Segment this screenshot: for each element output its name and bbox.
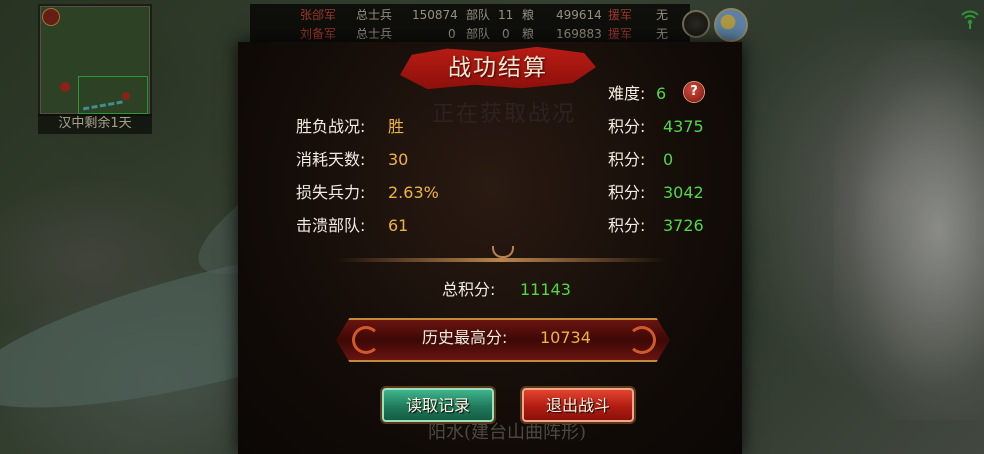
background-status-text: 正在获取战况 (432, 102, 577, 127)
help-icon[interactable]: ? (684, 82, 704, 102)
days-score: 0 (663, 150, 674, 169)
divider-line (336, 258, 666, 262)
difficulty-label: 难度: (608, 84, 646, 103)
outcome-score: 4375 (663, 117, 704, 136)
losses-label: 损失兵力: (296, 183, 366, 202)
routed-value: 61 (388, 216, 409, 235)
outcome-value: 胜 (388, 117, 405, 136)
score-label: 积分: (608, 117, 646, 136)
swirl-ornament (628, 326, 656, 354)
total-score-value: 11143 (520, 280, 571, 299)
score-label: 积分: (608, 183, 646, 202)
dialog-title: 战功结算 (448, 55, 548, 81)
score-label: 积分: (608, 150, 646, 169)
difficulty-value: 6 (656, 84, 667, 103)
days-value: 30 (388, 150, 409, 169)
routed-score: 3726 (663, 216, 704, 235)
best-score-value: 10734 (540, 328, 591, 347)
best-score-label: 历史最高分: (422, 328, 508, 347)
losses-score: 3042 (663, 183, 704, 202)
losses-value: 2.63% (388, 183, 439, 202)
routed-label: 击溃部队: (296, 216, 366, 235)
load-record-button[interactable]: 读取记录 (382, 388, 494, 422)
outcome-label: 胜负战况: (296, 117, 366, 136)
total-score-label: 总积分: (442, 280, 496, 299)
swirl-ornament (352, 326, 380, 354)
days-label: 消耗天数: (296, 150, 366, 169)
score-label: 积分: (608, 216, 646, 235)
exit-battle-button[interactable]: 退出战斗 (522, 388, 634, 422)
